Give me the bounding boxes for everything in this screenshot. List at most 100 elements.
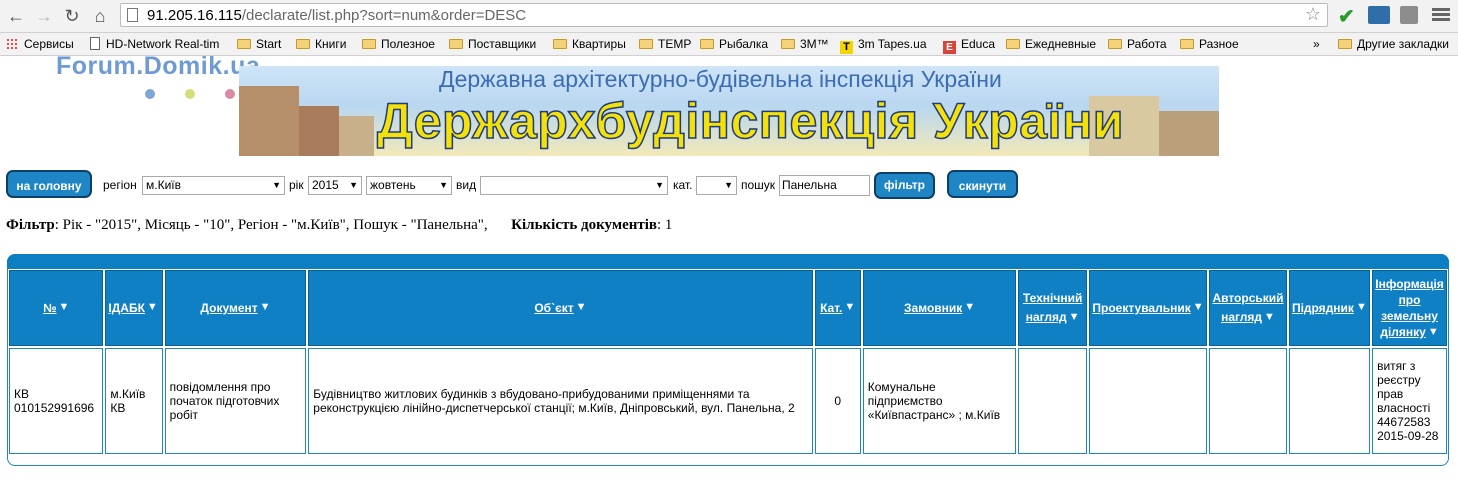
- filter-summary: Фільтр: Рік - "2015", Місяць - "10", Рег…: [6, 217, 672, 234]
- t-icon: T: [840, 41, 853, 54]
- bookmarks-overflow[interactable]: »: [1313, 35, 1320, 53]
- table-row: КВ 010152991696 м.Київ КВ повідомлення п…: [9, 348, 1447, 454]
- bookmark-apartments[interactable]: Квартиры: [553, 35, 626, 53]
- cell-number: КВ 010152991696: [9, 348, 104, 454]
- apps-icon: [6, 38, 18, 50]
- year-label: рік: [289, 178, 304, 192]
- cell-contractor: [1288, 348, 1371, 454]
- reload-icon[interactable]: ↻: [62, 6, 82, 26]
- col-header-land-info[interactable]: Інформація про земельну ділянку ▼: [1372, 270, 1447, 346]
- col-header-category[interactable]: Кат. ▼: [814, 270, 861, 346]
- browser-toolbar: ← → ↻ ⌂ 91.205.16.115/declarate/list.php…: [0, 0, 1458, 33]
- sort-triangle-icon[interactable]: ▼: [260, 301, 271, 313]
- bookmark-star-icon[interactable]: ☆: [1305, 4, 1321, 25]
- type-select[interactable]: ▼: [480, 176, 668, 195]
- filter-button[interactable]: фільтр: [874, 172, 935, 199]
- checkmark-icon[interactable]: ✔: [1338, 4, 1358, 28]
- sort-triangle-icon[interactable]: ▼: [58, 301, 69, 313]
- bookmark-3m-tapes[interactable]: T 3m Tapes.ua: [840, 35, 927, 54]
- cast-icon[interactable]: [1400, 6, 1418, 24]
- col-header-author-supervision[interactable]: Авторський нагляд ▼: [1209, 270, 1287, 346]
- cell-category: 0: [814, 348, 861, 454]
- bookmark-daily[interactable]: Ежедневные: [1006, 35, 1096, 53]
- sort-triangle-icon[interactable]: ▼: [576, 301, 587, 313]
- e-icon: E: [943, 41, 956, 54]
- sort-triangle-icon[interactable]: ▼: [1428, 324, 1439, 340]
- forum-logo[interactable]: Forum.Domik.ua: [56, 52, 260, 81]
- col-header-designer[interactable]: Проектувальник ▼: [1088, 270, 1208, 346]
- search-label: пошук: [741, 178, 776, 192]
- folder-icon: [362, 39, 376, 49]
- type-label: вид: [456, 178, 477, 192]
- sort-triangle-icon[interactable]: ▼: [964, 301, 975, 313]
- col-header-document[interactable]: Документ ▼: [164, 270, 307, 346]
- bookmark-educa[interactable]: E Educa: [943, 35, 995, 54]
- bookmark-useful[interactable]: Полезное: [362, 35, 435, 53]
- cell-object: Будівництво житлових будинків з вбудован…: [308, 348, 813, 454]
- logo-dot: [185, 89, 195, 99]
- folder-icon: [1006, 39, 1020, 49]
- sort-triangle-icon[interactable]: ▼: [147, 301, 158, 313]
- bookmark-apps[interactable]: Сервисы: [6, 35, 74, 53]
- sort-triangle-icon[interactable]: ▼: [1356, 301, 1367, 313]
- cell-idabk: м.Київ КВ: [105, 348, 163, 454]
- bookmark-hd-network[interactable]: HD-Network Real-tim: [90, 35, 219, 53]
- folder-icon: [1338, 39, 1352, 49]
- forward-icon[interactable]: →: [34, 6, 54, 26]
- bookmark-suppliers[interactable]: Поставщики: [449, 35, 536, 53]
- extension-icon[interactable]: [1368, 6, 1390, 24]
- folder-icon: [1108, 39, 1122, 49]
- bookmark-misc[interactable]: Разное: [1180, 35, 1239, 53]
- reset-button[interactable]: скинути: [947, 170, 1018, 198]
- results-table: № ▼ ІДАБК ▼ Документ ▼ Об`єкт ▼ Кат. ▼ Замовн…: [7, 268, 1449, 456]
- sort-triangle-icon[interactable]: ▼: [1264, 308, 1275, 327]
- bookmark-fishing[interactable]: Рыбалка: [700, 35, 768, 53]
- menu-icon[interactable]: [1432, 6, 1450, 24]
- document-count-label: Кількість документів: [511, 217, 658, 233]
- col-header-tech-supervision[interactable]: Технічний нагляд ▼: [1018, 270, 1087, 346]
- category-select[interactable]: ▼: [696, 176, 737, 195]
- cell-document: повідомлення про початок підготовчих роб…: [164, 348, 307, 454]
- sort-triangle-icon[interactable]: ▼: [1193, 301, 1204, 313]
- col-header-object[interactable]: Об`єкт ▼: [308, 270, 813, 346]
- region-select[interactable]: м.Київ ▼: [142, 176, 285, 195]
- category-label: кат.: [673, 178, 693, 192]
- bookmark-other[interactable]: Другие закладки: [1338, 35, 1449, 53]
- cell-customer: Комунальне підприємство «Київпастранс» ;…: [862, 348, 1017, 454]
- folder-icon: [296, 39, 310, 49]
- col-header-number[interactable]: № ▼: [9, 270, 104, 346]
- cell-designer: [1088, 348, 1208, 454]
- folder-icon: [237, 39, 251, 49]
- chevron-down-icon: ▼: [439, 180, 448, 190]
- page-icon: [127, 8, 138, 22]
- home-icon[interactable]: ⌂: [90, 6, 110, 26]
- building-shape: [339, 116, 374, 156]
- sort-triangle-icon[interactable]: ▼: [844, 301, 855, 313]
- col-header-contractor[interactable]: Підрядник ▼: [1288, 270, 1371, 346]
- back-icon[interactable]: ←: [6, 6, 26, 26]
- building-shape: [1159, 111, 1219, 156]
- search-input[interactable]: Панельна: [779, 175, 870, 196]
- bookmark-temp[interactable]: TEMP: [639, 35, 691, 53]
- col-header-idabk[interactable]: ІДАБК ▼: [105, 270, 163, 346]
- sort-triangle-icon[interactable]: ▼: [1069, 308, 1080, 327]
- cell-land-info: витяг з реєстру прав власності 44672583 …: [1372, 348, 1447, 454]
- results-table-topbar: [7, 254, 1449, 269]
- year-select[interactable]: 2015 ▼: [308, 176, 362, 195]
- cell-tech-supervision: [1018, 348, 1087, 454]
- col-header-customer[interactable]: Замовник ▼: [862, 270, 1017, 346]
- bookmark-books[interactable]: Книги: [296, 35, 346, 53]
- bookmark-work[interactable]: Работа: [1108, 35, 1167, 53]
- address-bar[interactable]: 91.205.16.115/declarate/list.php?sort=nu…: [120, 3, 1328, 27]
- home-button[interactable]: на головну: [6, 170, 92, 198]
- folder-icon: [449, 39, 463, 49]
- table-header-row: № ▼ ІДАБК ▼ Документ ▼ Об`єкт ▼ Кат. ▼ Замовн…: [9, 270, 1447, 346]
- month-select[interactable]: жовтень ▼: [366, 176, 452, 195]
- region-label: регіон: [103, 178, 137, 192]
- bookmark-3m[interactable]: 3M™: [781, 35, 829, 53]
- cell-author-supervision: [1209, 348, 1287, 454]
- chevron-down-icon: ▼: [349, 180, 358, 190]
- logo-dot: [145, 89, 155, 99]
- bookmark-start[interactable]: Start: [237, 35, 281, 53]
- folder-icon: [700, 39, 714, 49]
